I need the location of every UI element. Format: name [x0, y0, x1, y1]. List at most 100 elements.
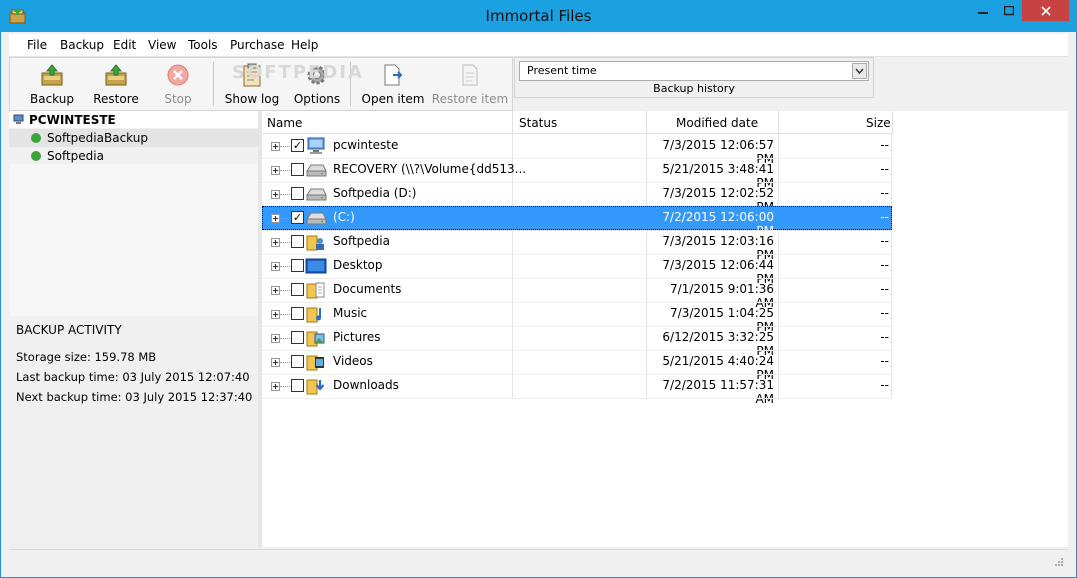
row-name: Music — [333, 306, 368, 320]
pictures-folder-icon — [306, 331, 325, 347]
tree-item-softpedia[interactable]: Softpedia — [9, 147, 258, 165]
expand-icon[interactable] — [271, 166, 280, 175]
file-list: Name Status Modified date Size ✓ pcwintes… — [262, 111, 1068, 547]
row-size: -- — [880, 258, 889, 272]
row-checkbox[interactable]: ✓ — [291, 211, 304, 224]
row-checkbox[interactable] — [291, 187, 304, 200]
column-size-header[interactable]: Size — [779, 111, 893, 134]
table-row[interactable]: Softpedia 7/3/2015 12:03:16 PM -- — [262, 230, 892, 262]
tree-connector — [280, 362, 290, 363]
dropdown-button[interactable] — [852, 63, 867, 79]
music-folder-icon — [306, 307, 321, 323]
row-checkbox[interactable] — [291, 283, 304, 296]
column-status-header[interactable]: Status — [513, 111, 647, 134]
drive-icon — [306, 212, 327, 225]
open-item-button[interactable]: Open item — [362, 62, 424, 108]
table-row[interactable]: Downloads 7/2/2015 11:57:31 AM -- — [262, 374, 892, 406]
close-button[interactable] — [1022, 0, 1069, 21]
chevron-down-icon — [855, 68, 864, 75]
column-name-label: Name — [267, 116, 303, 130]
row-size: -- — [880, 282, 889, 296]
column-modified-label: Modified date — [676, 116, 759, 130]
tree-item-label: SoftpediaBackup — [47, 131, 148, 145]
row-checkbox[interactable] — [291, 163, 304, 176]
menu-purchase[interactable]: Purchase — [230, 38, 285, 52]
backup-tree-pane: PCWINTESTE SoftpediaBackup Softpedia BAC… — [9, 111, 258, 547]
last-backup-time: Last backup time: 03 July 2015 12:07:40 — [16, 370, 250, 384]
row-checkbox[interactable] — [291, 307, 304, 320]
backup-button[interactable]: Backup — [22, 62, 82, 108]
expand-icon[interactable] — [271, 358, 280, 367]
stop-icon — [167, 64, 189, 86]
title-bar[interactable]: Immortal Files — [0, 0, 1077, 32]
row-checkbox[interactable] — [291, 331, 304, 344]
menu-backup[interactable]: Backup — [60, 38, 104, 52]
tree-connector — [280, 242, 290, 243]
row-modified: 7/2/2015 11:57:31 AM — [662, 378, 774, 406]
row-name: (C:) — [333, 210, 355, 224]
row-checkbox[interactable] — [291, 259, 304, 272]
row-checkbox[interactable]: ✓ — [291, 139, 304, 152]
table-row[interactable]: Desktop 7/3/2015 12:06:44 PM -- — [262, 254, 892, 286]
restore-button[interactable]: Restore — [86, 62, 146, 108]
tree-connector — [280, 170, 290, 171]
column-name-header[interactable]: Name — [262, 111, 513, 134]
row-checkbox[interactable] — [291, 355, 304, 368]
row-size: -- — [880, 306, 889, 320]
backup-activity-title: BACKUP ACTIVITY — [16, 323, 122, 337]
menu-view[interactable]: View — [148, 38, 176, 52]
table-row[interactable]: ✓ pcwinteste 7/3/2015 12:06:57 PM -- — [262, 134, 892, 166]
resize-grip-icon[interactable] — [1054, 557, 1064, 567]
expand-icon[interactable] — [271, 310, 280, 319]
row-name: Documents — [333, 282, 402, 296]
computer-icon — [307, 137, 325, 154]
row-name: Softpedia (D:) — [333, 186, 417, 200]
row-checkbox[interactable] — [291, 235, 304, 248]
row-name: Videos — [333, 354, 373, 368]
table-row[interactable]: RECOVERY (\\?\Volume{dd513... 5/21/2015 3… — [262, 158, 892, 190]
restore-item-button[interactable]: Restore item — [432, 62, 508, 108]
expand-icon[interactable] — [271, 238, 280, 247]
expand-icon[interactable] — [271, 214, 280, 223]
expand-icon[interactable] — [271, 142, 280, 151]
menu-help[interactable]: Help — [291, 38, 318, 52]
menu-file[interactable]: File — [27, 38, 47, 52]
minimize-button[interactable] — [969, 0, 996, 21]
table-row[interactable]: Softpedia (D:)7/3/2015 12:02:52 PM-- — [262, 182, 892, 214]
maximize-button[interactable] — [996, 0, 1022, 21]
row-name: pcwinteste — [333, 138, 399, 152]
menu-bar: File Backup Edit View Tools Purchase Hel… — [9, 34, 1068, 57]
menu-edit[interactable]: Edit — [113, 38, 136, 52]
table-row[interactable]: Documents 7/1/2015 9:01:36 AM -- — [262, 278, 892, 310]
backup-history-value: Present time — [527, 64, 597, 77]
restore-item-label: Restore item — [431, 92, 509, 106]
expand-icon[interactable] — [271, 262, 280, 271]
watermark: SOFTPEDIA — [232, 62, 364, 83]
expand-icon[interactable] — [271, 286, 280, 295]
row-checkbox[interactable] — [291, 379, 304, 392]
expand-icon[interactable] — [271, 334, 280, 343]
backup-history-select[interactable]: Present time — [519, 61, 869, 81]
tree-connector — [280, 194, 290, 195]
tree-item-label: Softpedia — [47, 149, 104, 163]
options-label: Options — [293, 92, 341, 106]
expand-icon[interactable] — [271, 190, 280, 199]
expand-icon[interactable] — [271, 382, 280, 391]
row-size: -- — [880, 186, 889, 200]
desktop-icon — [305, 258, 327, 274]
tree-item-softpediabackup[interactable]: SoftpediaBackup — [9, 129, 258, 147]
open-item-label: Open item — [361, 92, 425, 106]
table-row[interactable]: ✓ (C:) 7/2/2015 12:06:00 PM -- — [262, 206, 892, 238]
table-row[interactable]: Pictures 6/12/2015 3:32:25 PM -- — [262, 326, 892, 358]
tree-connector — [280, 338, 290, 339]
tree-root-label: PCWINTESTE — [29, 113, 116, 127]
table-row[interactable]: Videos 5/21/2015 4:40:24 PM -- — [262, 350, 892, 382]
table-row[interactable]: Music 7/3/2015 1:04:25 PM -- — [262, 302, 892, 334]
column-modified-header[interactable]: Modified date — [647, 111, 779, 134]
tree-connector — [280, 314, 290, 315]
stop-button[interactable]: Stop — [148, 62, 208, 108]
tree-root-pcwinteste[interactable]: PCWINTESTE — [9, 111, 258, 128]
row-name: RECOVERY (\\?\Volume{dd513... — [333, 162, 527, 176]
menu-tools[interactable]: Tools — [188, 38, 218, 52]
window-title: Immortal Files — [485, 7, 592, 25]
